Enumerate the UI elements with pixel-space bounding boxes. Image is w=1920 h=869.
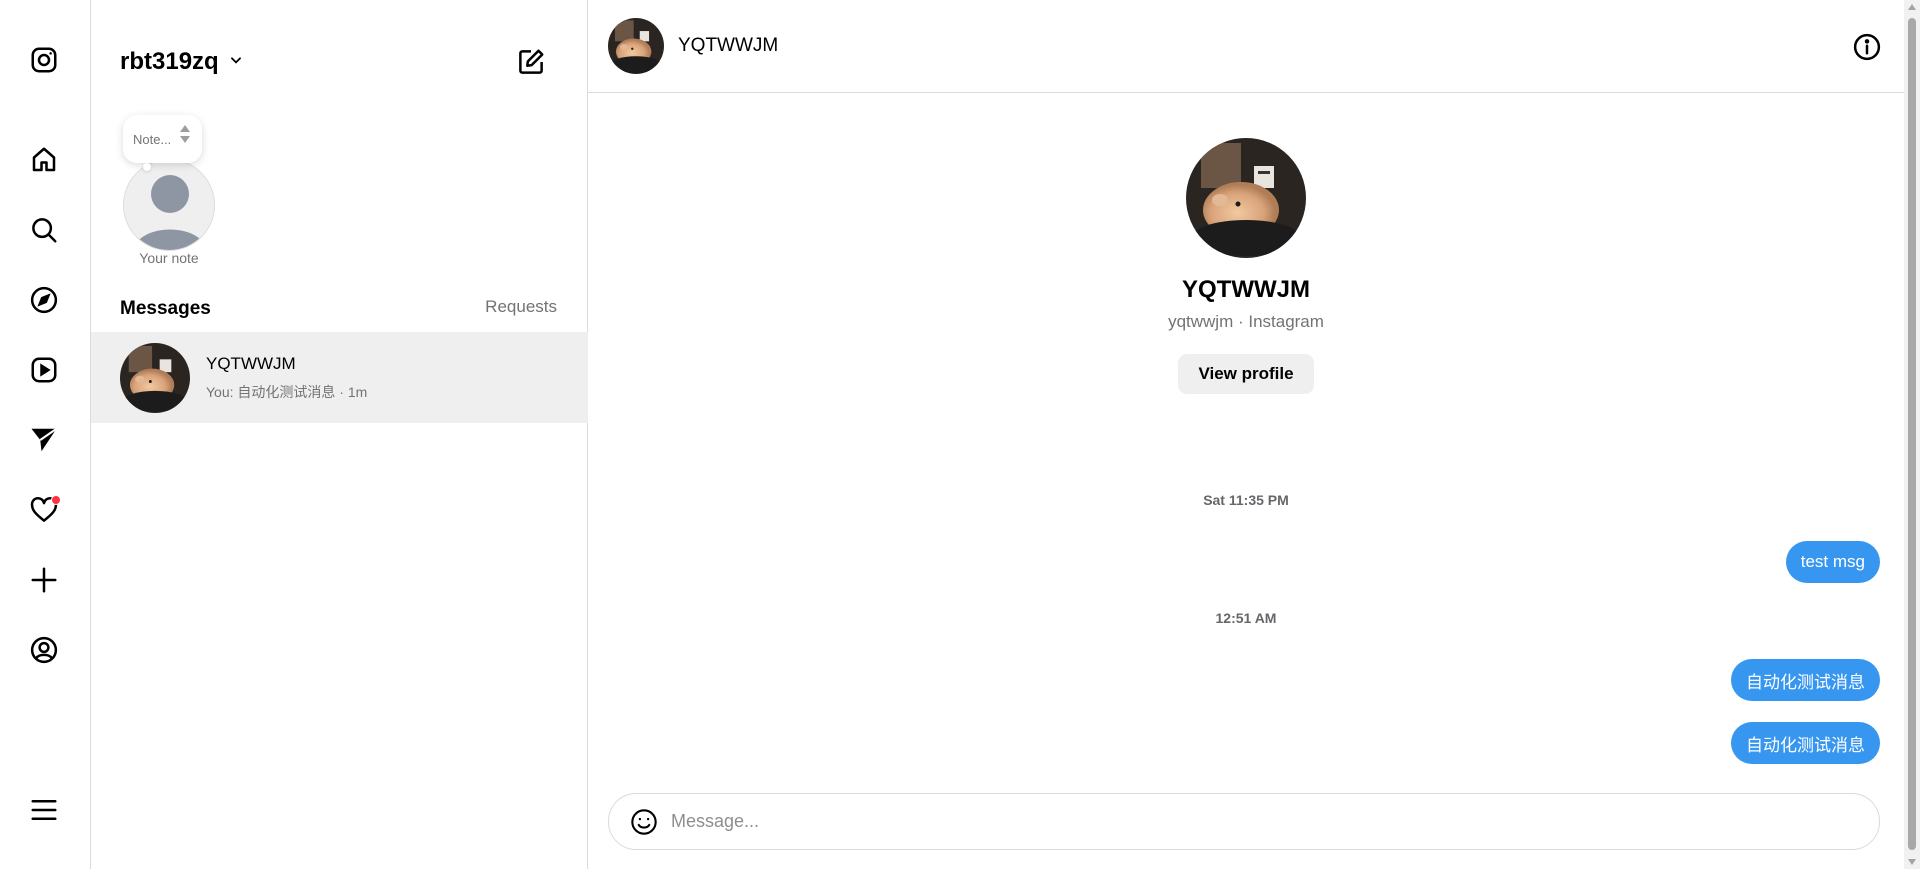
compose-icon: [519, 49, 544, 74]
notifications-icon[interactable]: [27, 493, 61, 527]
conversation-header: YQTWWJM: [588, 0, 1904, 93]
scroll-down-arrow[interactable]: [1908, 859, 1916, 865]
message-bubble[interactable]: 自动化测试消息: [1731, 659, 1880, 701]
note-bubble[interactable]: Note...: [123, 115, 202, 163]
message-bubble[interactable]: 自动化测试消息: [1731, 722, 1880, 764]
message-input[interactable]: [671, 811, 1771, 832]
scroll-thumb[interactable]: [1908, 18, 1916, 850]
conversation-title[interactable]: YQTWWJM: [678, 35, 778, 57]
emoji-button[interactable]: [629, 807, 659, 837]
thread-row[interactable]: YQTWWJM You: 自动化测试消息 · 1m: [91, 332, 588, 423]
note-stepper[interactable]: [180, 125, 190, 143]
message-timestamp: 12:51 AM: [1215, 610, 1277, 626]
scroll-up-arrow[interactable]: [1908, 4, 1916, 10]
profile-subtitle: yqtwwjm · Instagram: [1168, 312, 1324, 331]
instagram-icon[interactable]: [27, 43, 61, 77]
messages-heading: Messages: [120, 298, 211, 319]
account-switcher[interactable]: rbt319zq: [120, 48, 243, 76]
profile-card: YQTWWJM yqtwwjm · Instagram View profile: [588, 138, 1904, 394]
conversation-panel: YQTWWJM YQTWWJM yqtwwjm · Instagram View…: [588, 0, 1904, 869]
profile-icon[interactable]: [27, 633, 61, 667]
thread-preview: You: 自动化测试消息 · 1m: [206, 383, 368, 400]
new-message-button[interactable]: [514, 45, 548, 79]
requests-link[interactable]: Requests: [485, 297, 557, 317]
messages-icon[interactable]: [27, 423, 61, 457]
page-scrollbar[interactable]: [1904, 0, 1920, 869]
thread-name: YQTWWJM: [206, 353, 296, 373]
notification-dot: [51, 495, 61, 505]
avatar[interactable]: [608, 18, 664, 74]
profile-name: YQTWWJM: [1182, 276, 1310, 303]
explore-icon[interactable]: [27, 283, 61, 317]
avatar: [120, 342, 190, 413]
avatar: [1186, 138, 1306, 258]
message-bubble[interactable]: test msg: [1785, 541, 1880, 583]
note-bubble-tail: [143, 163, 151, 171]
create-icon[interactable]: [27, 563, 61, 597]
left-nav: [0, 0, 91, 869]
view-profile-button[interactable]: View profile: [1178, 354, 1314, 394]
emoji-icon: [631, 808, 657, 835]
caret-down-icon: [180, 136, 190, 143]
search-icon[interactable]: [27, 213, 61, 247]
message-timestamp: Sat 11:35 PM: [1203, 492, 1289, 508]
caret-up-icon: [180, 125, 190, 132]
info-button[interactable]: [1850, 30, 1884, 64]
default-avatar: [123, 159, 215, 251]
home-icon[interactable]: [27, 143, 61, 177]
menu-icon[interactable]: [27, 793, 61, 827]
chevron-down-icon: [229, 53, 243, 72]
note-placeholder: Note...: [133, 131, 172, 147]
account-username: rbt319zq: [120, 48, 219, 75]
inbox-panel: rbt319zq Note... Your note Messages Requ…: [91, 0, 588, 869]
your-note-label: Your note: [139, 250, 199, 266]
info-icon: [1853, 33, 1881, 61]
reels-icon[interactable]: [27, 353, 61, 387]
message-composer: [608, 793, 1880, 850]
